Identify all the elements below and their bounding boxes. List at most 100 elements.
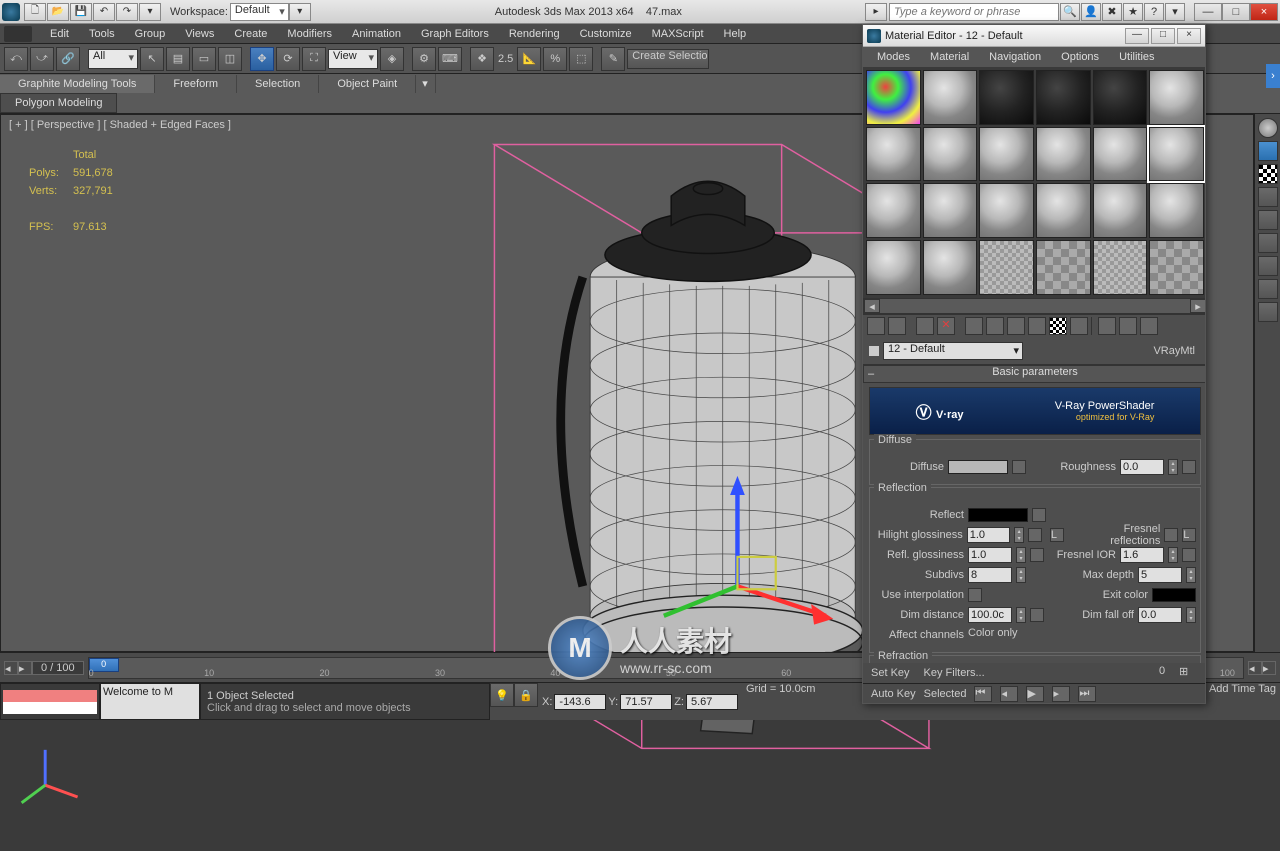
material-slot-23[interactable] xyxy=(1093,240,1148,295)
make-unique-icon[interactable] xyxy=(986,317,1004,335)
setkey-button[interactable]: Set Key xyxy=(871,667,910,679)
binoculars-icon[interactable]: 🔍 xyxy=(1060,3,1080,21)
current-frame-display[interactable]: 0 / 100 xyxy=(32,661,84,675)
dimdist-checkbox[interactable] xyxy=(1030,608,1044,622)
help-search-input[interactable] xyxy=(889,3,1059,21)
material-slot-10[interactable] xyxy=(1036,127,1091,182)
fresnel-ior-input[interactable]: 1.6 xyxy=(1120,547,1164,563)
dimdist-spinner[interactable]: ▴▾ xyxy=(1016,607,1026,623)
material-slot-5[interactable] xyxy=(1093,70,1148,125)
material-slot-3[interactable] xyxy=(979,70,1034,125)
dimfall-input[interactable]: 0.0 xyxy=(1138,607,1182,623)
material-type-button[interactable]: VRayMtl xyxy=(1153,345,1201,357)
material-name-select[interactable]: 12 - Default xyxy=(883,342,1023,360)
application-menu-button[interactable] xyxy=(4,26,32,42)
refl-gloss-map-button[interactable] xyxy=(1030,548,1044,562)
timeline-right-arrow2-icon[interactable]: ▸ xyxy=(1262,661,1276,675)
time-config-icon[interactable]: 0 xyxy=(1159,665,1177,681)
material-slot-15[interactable] xyxy=(979,183,1034,238)
menu-customize[interactable]: Customize xyxy=(570,28,642,40)
spinner-snap-icon[interactable]: ⬚ xyxy=(569,47,593,71)
window-minimize-button[interactable]: — xyxy=(1194,3,1222,21)
scroll-right-icon[interactable]: ▸ xyxy=(1190,299,1205,313)
lock-icon[interactable]: 🔒 xyxy=(514,683,538,707)
put-to-scene-icon[interactable] xyxy=(888,317,906,335)
roughness-spinner[interactable]: ▴▾ xyxy=(1168,459,1178,475)
help-icon[interactable]: ? xyxy=(1144,3,1164,21)
hilight-spinner[interactable]: ▴▾ xyxy=(1014,527,1024,543)
maxdepth-input[interactable]: 5 xyxy=(1138,567,1182,583)
menu-maxscript[interactable]: MAXScript xyxy=(642,28,714,40)
material-slot-2[interactable] xyxy=(923,70,978,125)
ribbon-tab-graphite[interactable]: Graphite Modeling Tools xyxy=(0,75,155,93)
menu-edit[interactable]: Edit xyxy=(40,28,79,40)
matmenu-options[interactable]: Options xyxy=(1051,51,1109,63)
workspace-options-icon[interactable]: ▾ xyxy=(289,3,311,21)
script-listener-mini[interactable] xyxy=(0,683,100,720)
ribbon-minimize-icon[interactable]: ▾ xyxy=(416,74,436,93)
select-by-name-icon[interactable]: ▤ xyxy=(166,47,190,71)
menu-rendering[interactable]: Rendering xyxy=(499,28,570,40)
link-icon[interactable]: 🔗 xyxy=(56,47,80,71)
material-editor-titlebar[interactable]: Material Editor - 12 - Default — □ × xyxy=(863,25,1205,47)
ribbon-tab-selection[interactable]: Selection xyxy=(237,75,319,93)
fresnel-checkbox[interactable] xyxy=(1164,528,1178,542)
make-copy-icon[interactable] xyxy=(965,317,983,335)
playback-end-icon[interactable]: ⏭ xyxy=(1078,686,1096,702)
material-slot-24[interactable] xyxy=(1149,240,1204,295)
material-id-icon[interactable] xyxy=(1028,317,1046,335)
assign-to-selection-icon[interactable] xyxy=(916,317,934,335)
dimfall-spinner[interactable]: ▴▾ xyxy=(1186,607,1196,623)
reflect-color-swatch[interactable] xyxy=(968,508,1028,522)
signin-icon[interactable]: 👤 xyxy=(1081,3,1101,21)
create-selection-set-input[interactable]: Create Selection S xyxy=(627,49,709,69)
redo-button-icon[interactable]: ⤻ xyxy=(30,47,54,71)
scale-tool-icon[interactable]: ⛶ xyxy=(302,47,326,71)
window-close-button[interactable]: × xyxy=(1250,3,1278,21)
keyboard-shortcut-icon[interactable]: ⌨ xyxy=(438,47,462,71)
rectangle-region-icon[interactable]: ▭ xyxy=(192,47,216,71)
put-to-library-icon[interactable] xyxy=(1007,317,1025,335)
material-slot-11[interactable] xyxy=(1093,127,1148,182)
redo-icon[interactable]: ↷ xyxy=(116,3,138,21)
undo-icon[interactable]: ↶ xyxy=(93,3,115,21)
playback-play-icon[interactable]: ▶ xyxy=(1026,686,1044,702)
diffuse-color-swatch[interactable] xyxy=(948,460,1008,474)
useinterp-checkbox[interactable] xyxy=(968,588,982,602)
scroll-left-icon[interactable]: ◂ xyxy=(864,299,880,313)
make-preview-icon[interactable] xyxy=(1258,233,1278,253)
roughness-map-button[interactable] xyxy=(1182,460,1196,474)
material-slot-6[interactable] xyxy=(1149,70,1204,125)
window-maximize-button[interactable]: □ xyxy=(1222,3,1250,21)
hilight-lock-button[interactable]: L xyxy=(1050,528,1064,542)
pivot-center-icon[interactable]: ◈ xyxy=(380,47,404,71)
infocenter-arrow-icon[interactable]: ▸ xyxy=(865,3,887,21)
menu-tools[interactable]: Tools xyxy=(79,28,125,40)
material-slot-12[interactable] xyxy=(1149,127,1204,182)
go-forward-icon[interactable] xyxy=(1119,317,1137,335)
material-slot-13[interactable] xyxy=(866,183,921,238)
material-slot-22[interactable] xyxy=(1036,240,1091,295)
window-crossing-icon[interactable]: ◫ xyxy=(218,47,242,71)
coord-z-input[interactable]: 5.67 xyxy=(686,694,738,710)
matmenu-navigation[interactable]: Navigation xyxy=(979,51,1051,63)
select-object-icon[interactable]: ↖ xyxy=(140,47,164,71)
fresnel-lock-button[interactable]: L xyxy=(1182,528,1196,542)
ribbon-tab-object-paint[interactable]: Object Paint xyxy=(319,75,416,93)
menu-views[interactable]: Views xyxy=(175,28,224,40)
material-slot-9[interactable] xyxy=(979,127,1034,182)
timeline-left-arrow2-icon[interactable]: ◂ xyxy=(1248,661,1262,675)
ref-coord-select[interactable]: View xyxy=(328,49,378,69)
show-end-result-icon[interactable] xyxy=(1070,317,1088,335)
material-slot-20[interactable] xyxy=(923,240,978,295)
save-file-icon[interactable]: 💾 xyxy=(70,3,92,21)
new-file-icon[interactable]: 🗋 xyxy=(24,3,46,21)
maxdepth-spinner[interactable]: ▴▾ xyxy=(1186,567,1196,583)
snap-toggle-icon[interactable]: ❖ xyxy=(470,47,494,71)
video-color-icon[interactable] xyxy=(1258,210,1278,230)
sibling-icon[interactable] xyxy=(1140,317,1158,335)
move-tool-icon[interactable]: ✥ xyxy=(250,47,274,71)
selection-lock-icon[interactable]: 💡 xyxy=(490,683,514,707)
selection-filter-select[interactable]: All xyxy=(88,49,138,69)
refl-gloss-spinner[interactable]: ▴▾ xyxy=(1016,547,1026,563)
